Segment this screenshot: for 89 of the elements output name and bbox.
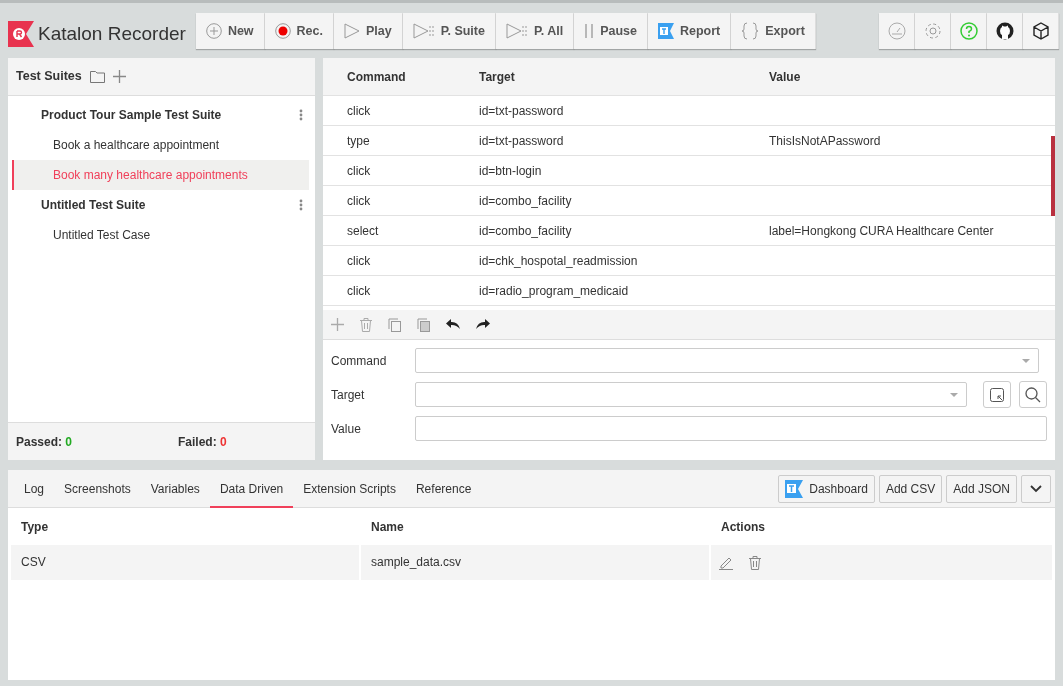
table-cell-text: type (346, 132, 371, 150)
toolbar-button[interactable]: P. Suite (402, 13, 496, 49)
column-header: Value (769, 68, 802, 86)
toolbar-button[interactable]: P. All (495, 13, 575, 49)
table-cell-text: id=txt-password (479, 102, 565, 120)
add-button[interactable]: Add JSON (946, 474, 1017, 503)
toolbar-button[interactable]: Play (334, 13, 403, 49)
table-cell-text: click (346, 162, 372, 180)
panel-title: Test Suites (16, 68, 82, 86)
table-cell-text: id=combo_facility (479, 222, 573, 240)
braces-icon (741, 22, 760, 40)
plus-circle-icon (205, 23, 222, 39)
pointer-box-icon (990, 387, 1004, 402)
collapse-button[interactable] (1021, 474, 1051, 503)
column-header: Name (370, 518, 405, 536)
plus-icon[interactable] (112, 70, 126, 83)
app-title: Katalon Recorder (38, 21, 186, 46)
report-icon (657, 23, 674, 39)
play-icon (344, 23, 360, 39)
pause-icon (584, 23, 595, 39)
tab[interactable]: Reference (405, 470, 482, 508)
more-icon[interactable] (299, 199, 303, 211)
table-cell-text: ThisIsNotAPassword (769, 132, 882, 150)
caret-icon (1022, 358, 1030, 363)
record-icon (274, 23, 291, 39)
tab[interactable]: Variables (140, 470, 210, 508)
table-cell-text: label=Hongkong CURA Healthcare Center (769, 222, 995, 240)
dashboard-icon (785, 479, 804, 498)
plus-icon[interactable] (331, 318, 344, 331)
trash-icon[interactable] (749, 555, 761, 570)
failed-count: Failed: 0 (178, 433, 227, 451)
test-suite-name[interactable]: Product Tour Sample Test Suite (41, 106, 222, 124)
github-icon (995, 22, 1014, 40)
trash-icon[interactable] (360, 317, 372, 332)
redo-icon[interactable] (476, 319, 490, 330)
dashboard-button[interactable]: Dashboard (778, 474, 875, 503)
column-header: Actions (720, 518, 765, 536)
logo-icon (8, 21, 34, 47)
toolbar-button[interactable]: New (195, 13, 265, 49)
tab[interactable]: Data Driven (209, 470, 294, 508)
caret-icon (950, 392, 958, 397)
toolbar-button[interactable]: Export (731, 13, 816, 49)
toolbar-icon-button[interactable] (1023, 13, 1059, 49)
search-icon (1025, 386, 1041, 403)
field-label: Value (331, 420, 362, 438)
passed-count: Passed: 0 (16, 433, 74, 451)
column-header: Type (20, 518, 50, 536)
tab[interactable]: Screenshots (54, 470, 141, 508)
gauge-icon (887, 22, 906, 40)
column-header: Command (346, 68, 407, 86)
copy-icon[interactable] (388, 317, 401, 332)
column-header: Target (479, 68, 516, 86)
table-cell-text: click (346, 252, 372, 270)
test-case-item[interactable]: Book a healthcare appointment (12, 130, 309, 160)
chevron-down-icon (1030, 484, 1042, 493)
table-cell-text: id=combo_facility (479, 192, 573, 210)
scrollbar-thumb[interactable] (1051, 136, 1055, 216)
add-button[interactable]: Add CSV (878, 474, 943, 503)
undo-icon[interactable] (446, 319, 460, 330)
value-input[interactable] (415, 416, 1047, 441)
field-label: Target (331, 386, 366, 404)
table-cell-text: id=txt-password (479, 132, 565, 150)
search-button[interactable] (1019, 381, 1047, 408)
tab[interactable]: Extension Scripts (293, 470, 406, 508)
more-icon[interactable] (299, 109, 303, 121)
play-list-icon (412, 23, 435, 39)
toolbar-icon-button[interactable] (987, 13, 1023, 49)
paste-icon[interactable] (417, 317, 430, 332)
help-icon (959, 22, 978, 40)
toolbar-button[interactable]: Rec. (264, 13, 334, 49)
play-list-icon (505, 23, 528, 39)
test-suite-name[interactable]: Untitled Test Suite (41, 196, 146, 214)
table-cell-text: click (346, 102, 372, 120)
tab[interactable]: Log (14, 470, 55, 508)
table-cell-text: id=radio_program_medicaid (479, 282, 630, 300)
cube-icon (1031, 22, 1050, 40)
settings-icon (923, 22, 942, 40)
table-cell-text: select (346, 222, 380, 240)
toolbar-button[interactable]: Report (647, 13, 732, 49)
test-case-item[interactable]: Untitled Test Case (12, 220, 309, 250)
toolbar-button[interactable]: Pause (574, 13, 648, 49)
table-cell-text: id=btn-login (479, 162, 543, 180)
field-label: Command (331, 352, 388, 370)
table-cell-text: id=chk_hospotal_readmission (479, 252, 639, 270)
folder-icon[interactable] (89, 70, 105, 83)
edit-icon[interactable] (719, 555, 733, 570)
table-cell-text: click (346, 282, 372, 300)
select-element-button[interactable] (983, 381, 1011, 408)
table-cell-text: click (346, 192, 372, 210)
